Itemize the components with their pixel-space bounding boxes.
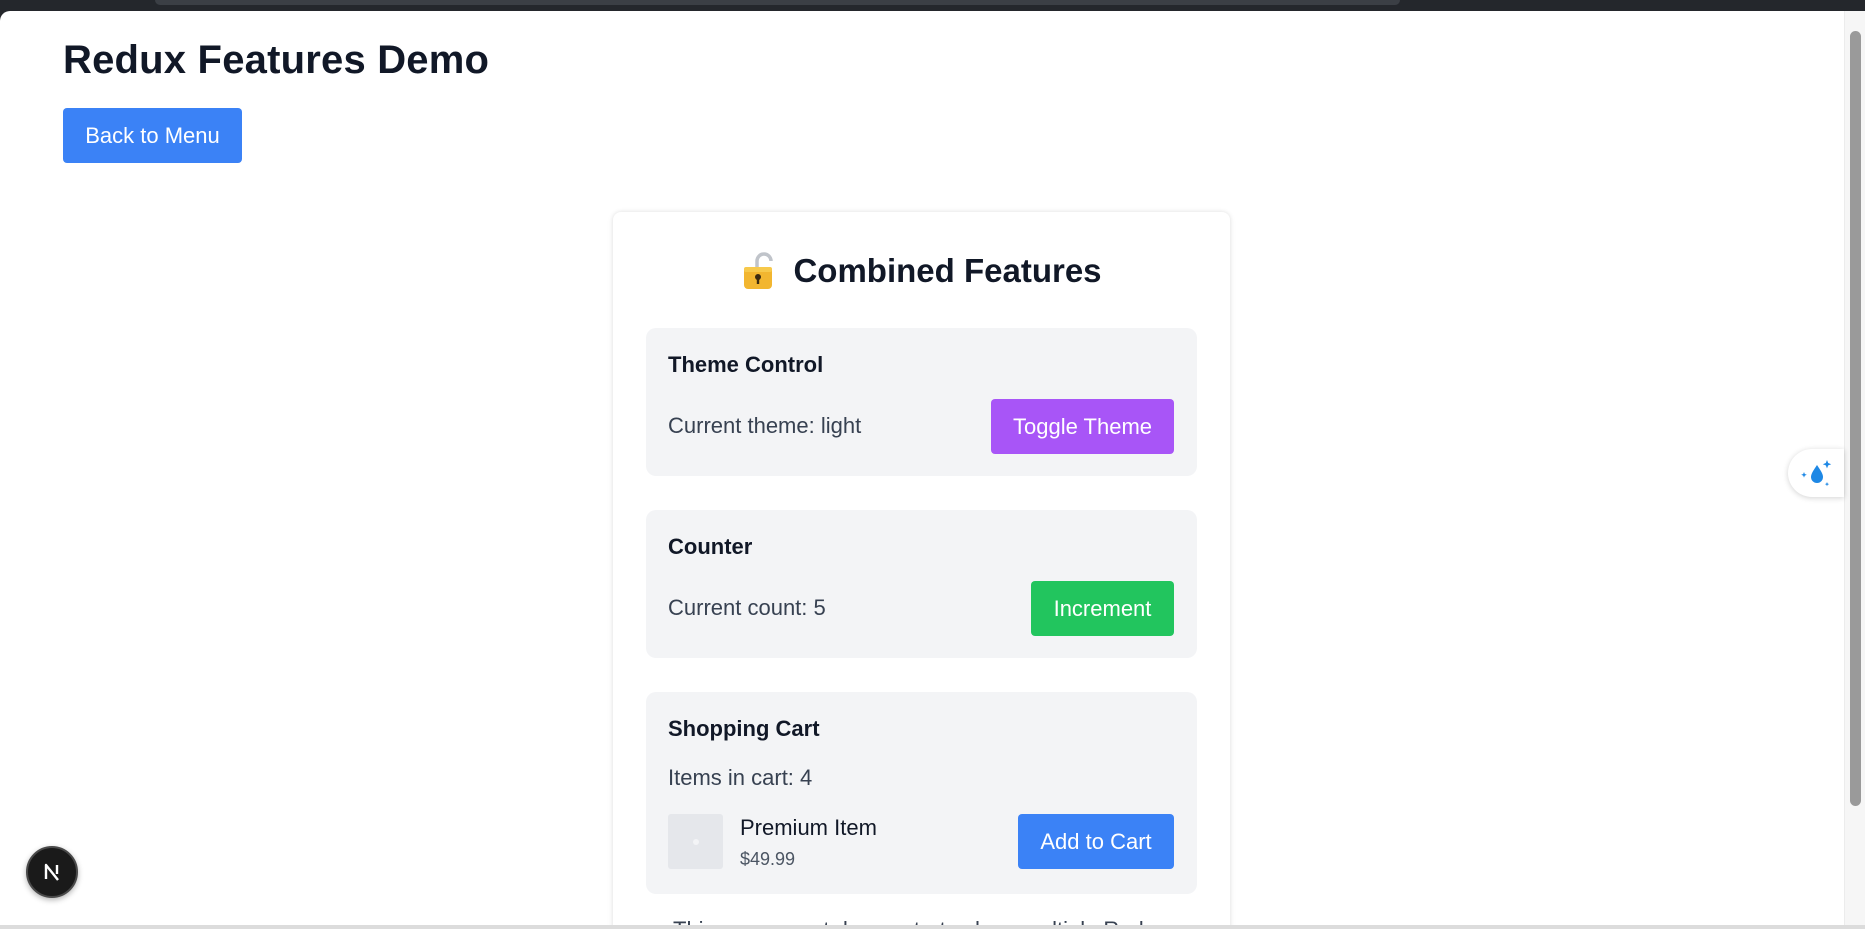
lock-icon	[741, 252, 779, 290]
theme-control-section: Theme Control Current theme: light Toggl…	[646, 328, 1197, 476]
card-title-text: Combined Features	[793, 252, 1102, 289]
browser-address-bar-edge	[155, 0, 1400, 5]
counter-section: Counter Current count: 5 Increment	[646, 510, 1197, 658]
theme-control-heading: Theme Control	[668, 352, 824, 377]
shopping-cart-section: Shopping Cart Items in cart: 4 Premium I…	[646, 692, 1197, 894]
nextjs-logo-icon[interactable]	[26, 846, 78, 898]
shopping-cart-heading: Shopping Cart	[668, 716, 820, 741]
page-viewport: Redux Features Demo Back to Menu Combine…	[0, 11, 1865, 925]
scrollbar-thumb[interactable]	[1850, 31, 1861, 806]
current-theme-text: Current theme: light	[668, 413, 862, 438]
image-placeholder-icon	[692, 838, 699, 845]
back-to-menu-button[interactable]: Back to Menu	[63, 108, 242, 163]
water-drop-sparkle-icon[interactable]	[1788, 449, 1844, 497]
toggle-theme-button[interactable]: Toggle Theme	[991, 399, 1174, 454]
item-thumbnail	[668, 814, 723, 869]
counter-heading: Counter	[668, 534, 753, 559]
item-name: Premium Item	[740, 815, 877, 840]
combined-features-card: Combined Features Theme Control Current …	[613, 212, 1230, 925]
bottom-edge	[0, 925, 1865, 929]
page-title: Redux Features Demo	[63, 38, 490, 82]
current-count-text[interactable]: Current count: 5	[668, 595, 826, 621]
add-to-cart-button[interactable]: Add to Cart	[1018, 814, 1174, 869]
items-in-cart-text: Items in cart: 4	[668, 765, 813, 790]
increment-button[interactable]: Increment	[1031, 581, 1174, 636]
scrollbar[interactable]	[1844, 11, 1865, 925]
browser-top-bar	[0, 0, 1865, 11]
item-price: $49.99	[740, 849, 796, 869]
card-title: Combined Features	[613, 252, 1230, 290]
